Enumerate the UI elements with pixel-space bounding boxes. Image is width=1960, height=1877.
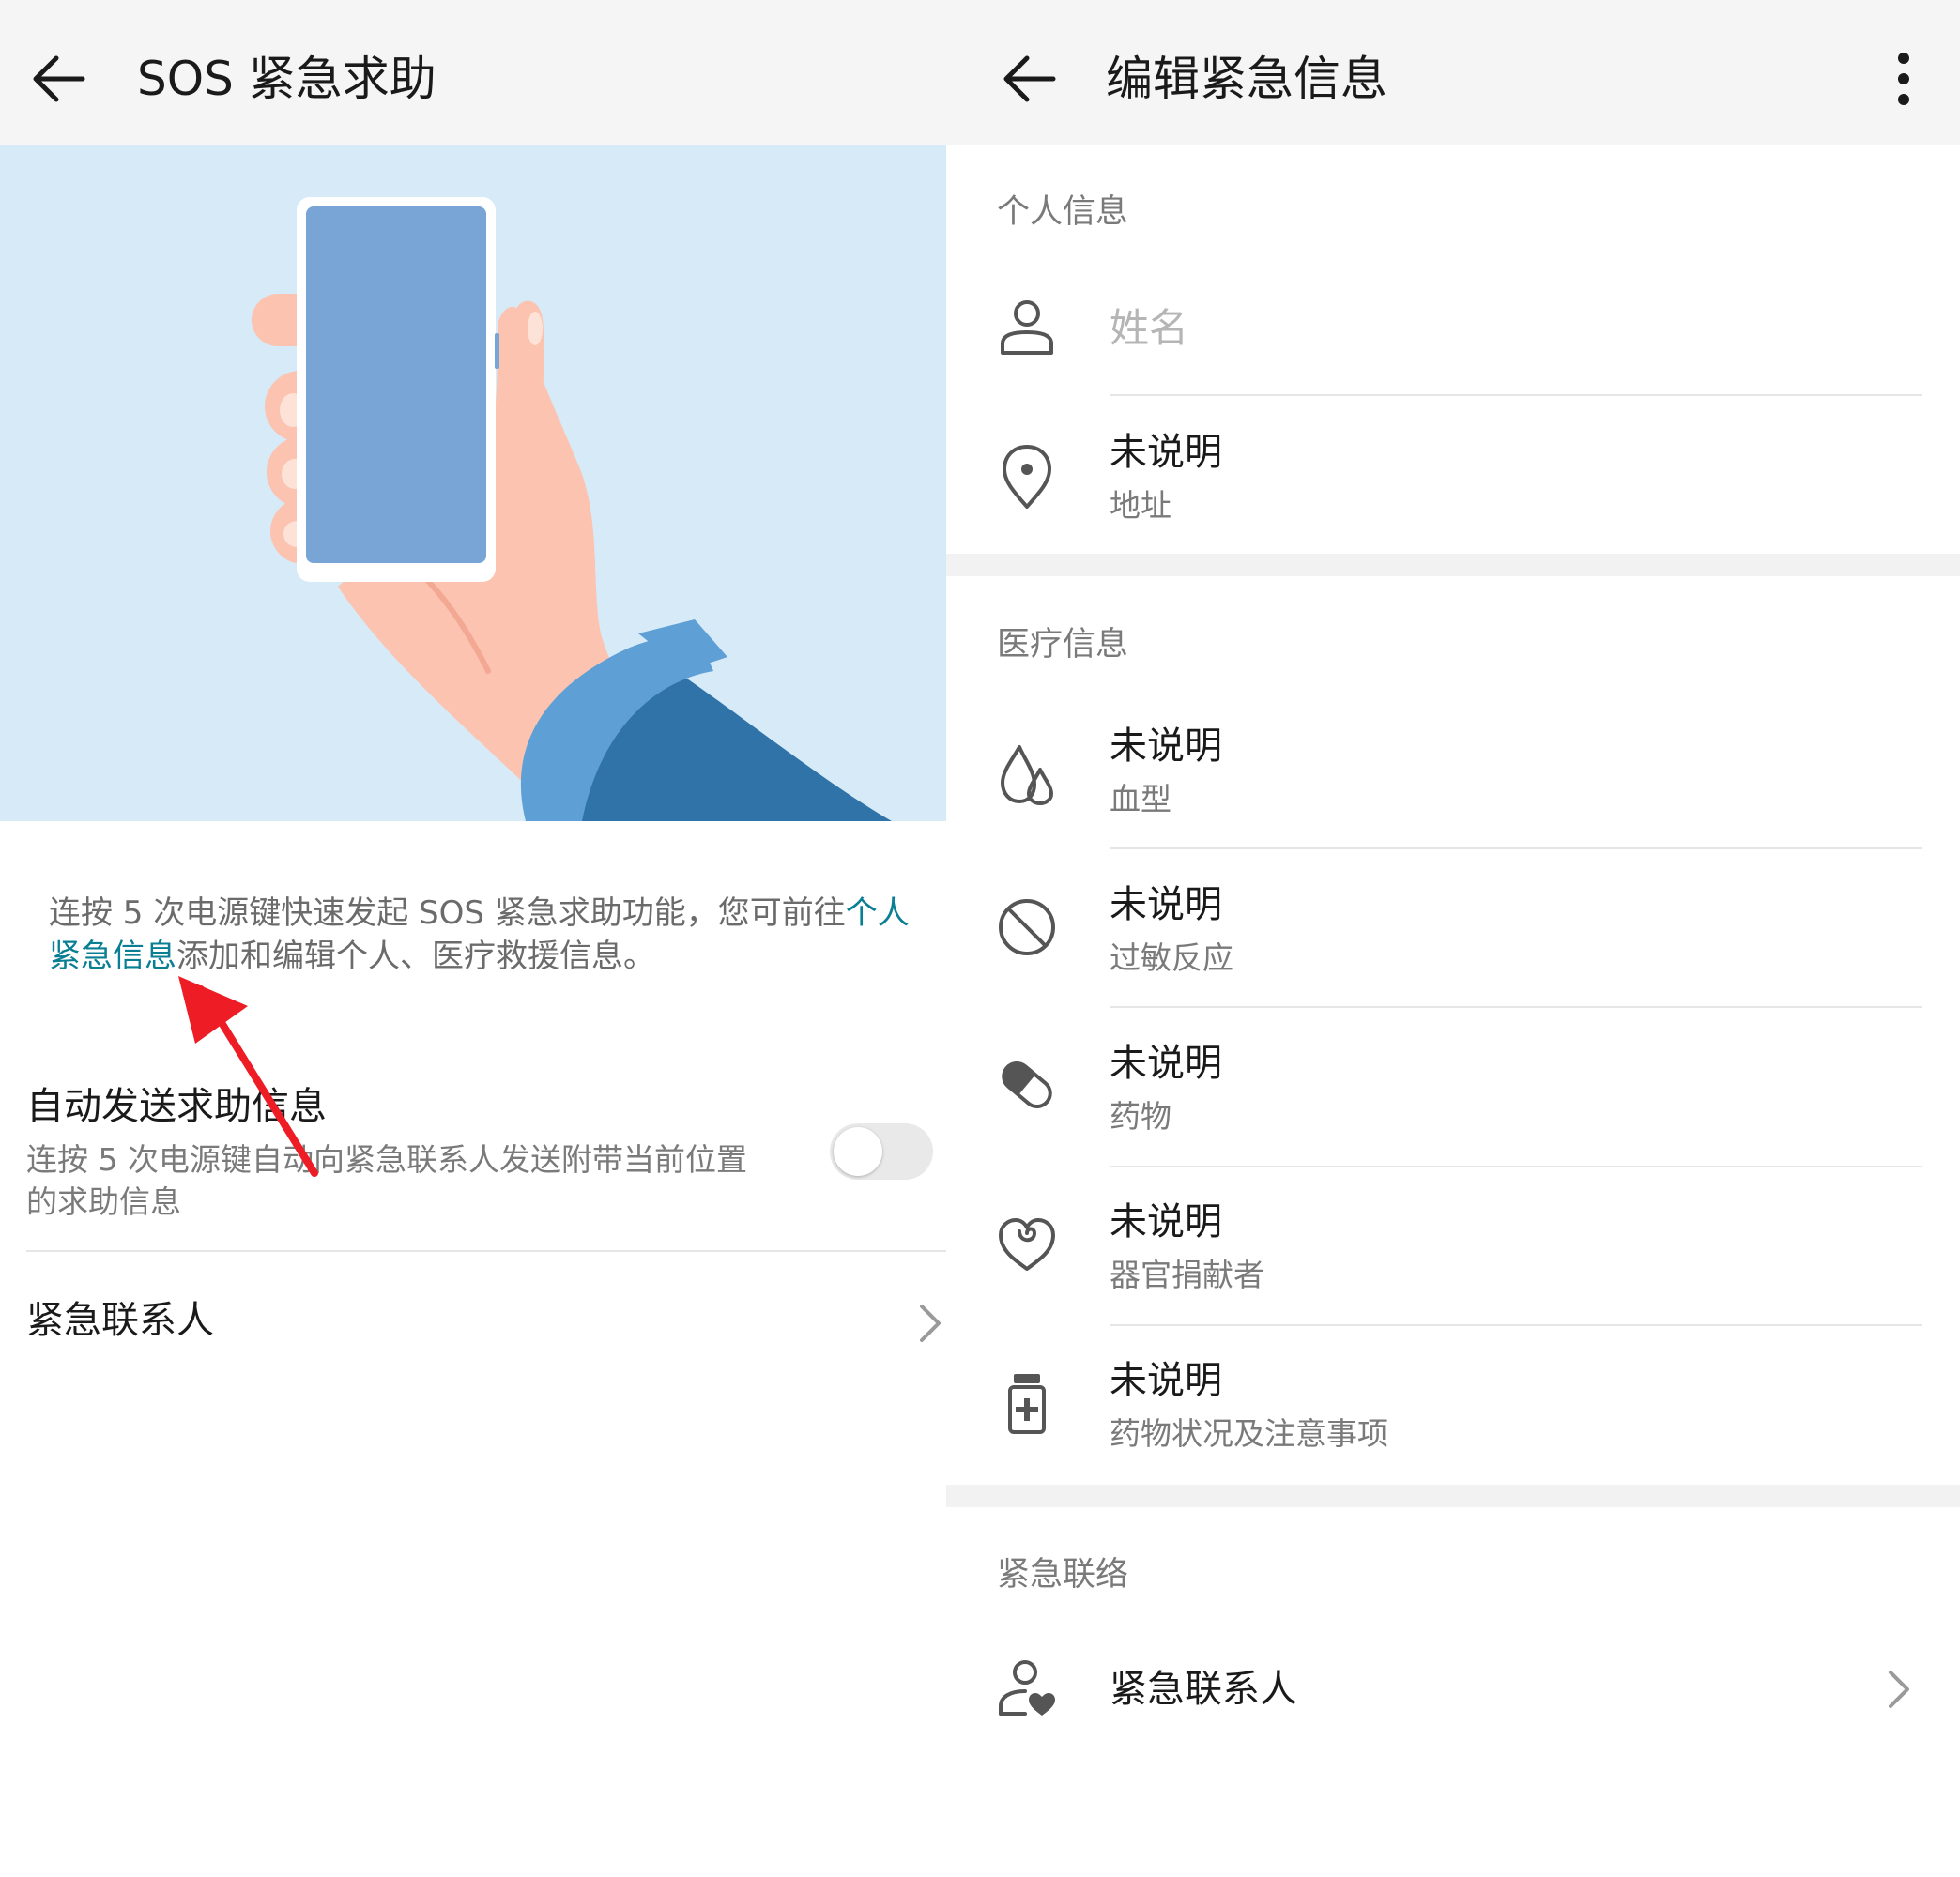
divider (26, 1250, 946, 1252)
page-title: SOS 紧急求助 (137, 52, 436, 106)
divider (1110, 394, 1922, 396)
annotation-arrow (178, 976, 318, 1177)
medication-value: 未说明 (1110, 1042, 1222, 1085)
description-text: 连按 5 次电源键快速发起 SOS 紧急求助功能，您可前往 (49, 894, 846, 932)
auto-send-subtitle: 连按 5 次电源键自动向紧急联系人发送附带当前位置的求助信息 (26, 1141, 747, 1220)
right-app-bar: 编辑紧急信息 (946, 0, 1960, 145)
medical-notes-value: 未说明 (1110, 1359, 1222, 1402)
organ-donor-label: 器官捐献者 (1110, 1257, 1264, 1293)
pill-icon (997, 1055, 1057, 1115)
edit-emergency-info-screen: 编辑紧急信息 个人信息 姓名 未说明 地址 医疗信息 未说明 血型 未说明 过敏… (946, 0, 1960, 1877)
address-value: 未说明 (1110, 431, 1222, 474)
organ-donor-value: 未说明 (1110, 1200, 1222, 1244)
divider (1110, 1006, 1922, 1008)
blood-type-value: 未说明 (1110, 725, 1222, 768)
personal-info-heading: 个人信息 (997, 193, 1129, 231)
medical-info-heading: 医疗信息 (997, 626, 1129, 664)
sos-settings-screen: SOS 紧急求助 连按 5 次电源键快速发起 SOS 紧急求助功能，您可前往个人… (0, 0, 946, 1877)
chevron-right-icon (916, 1301, 944, 1346)
hand-holding-phone-illustration (0, 145, 946, 821)
emergency-contact-heading: 紧急联络 (997, 1556, 1129, 1594)
edit-page-title: 编辑紧急信息 (1106, 52, 1387, 106)
allergies-label: 过敏反应 (1110, 939, 1233, 976)
section-gap (946, 1485, 1960, 1507)
back-arrow-icon[interactable] (999, 49, 1059, 109)
divider (1110, 1324, 1922, 1326)
back-arrow-icon[interactable] (28, 49, 88, 109)
chevron-right-icon (1885, 1667, 1913, 1712)
right-emergency-contacts-label: 紧急联系人 (1110, 1668, 1297, 1711)
allergies-value: 未说明 (1110, 883, 1222, 926)
contact-heart-icon (997, 1657, 1057, 1717)
left-app-bar: SOS 紧急求助 (0, 0, 946, 145)
address-label: 地址 (1110, 487, 1171, 524)
blood-type-label: 血型 (1110, 781, 1171, 817)
person-icon (997, 297, 1057, 357)
medicine-bottle-icon (997, 1370, 1057, 1438)
prohibited-icon (997, 897, 1057, 957)
hero-illustration (0, 145, 946, 821)
section-gap (946, 554, 1960, 576)
medical-notes-label: 药物状况及注意事项 (1110, 1415, 1388, 1452)
location-pin-icon (997, 443, 1057, 511)
divider (1110, 847, 1922, 849)
divider (1110, 1166, 1922, 1167)
heart-ribbon-icon (997, 1214, 1057, 1274)
name-input[interactable]: 姓名 (1110, 302, 1188, 355)
emergency-contacts-label: 紧急联系人 (26, 1299, 214, 1342)
blood-drop-icon (997, 741, 1057, 809)
more-options-icon[interactable] (1889, 49, 1919, 109)
auto-send-toggle[interactable] (830, 1123, 933, 1180)
toggle-knob (834, 1127, 882, 1176)
medication-label: 药物 (1110, 1098, 1171, 1135)
